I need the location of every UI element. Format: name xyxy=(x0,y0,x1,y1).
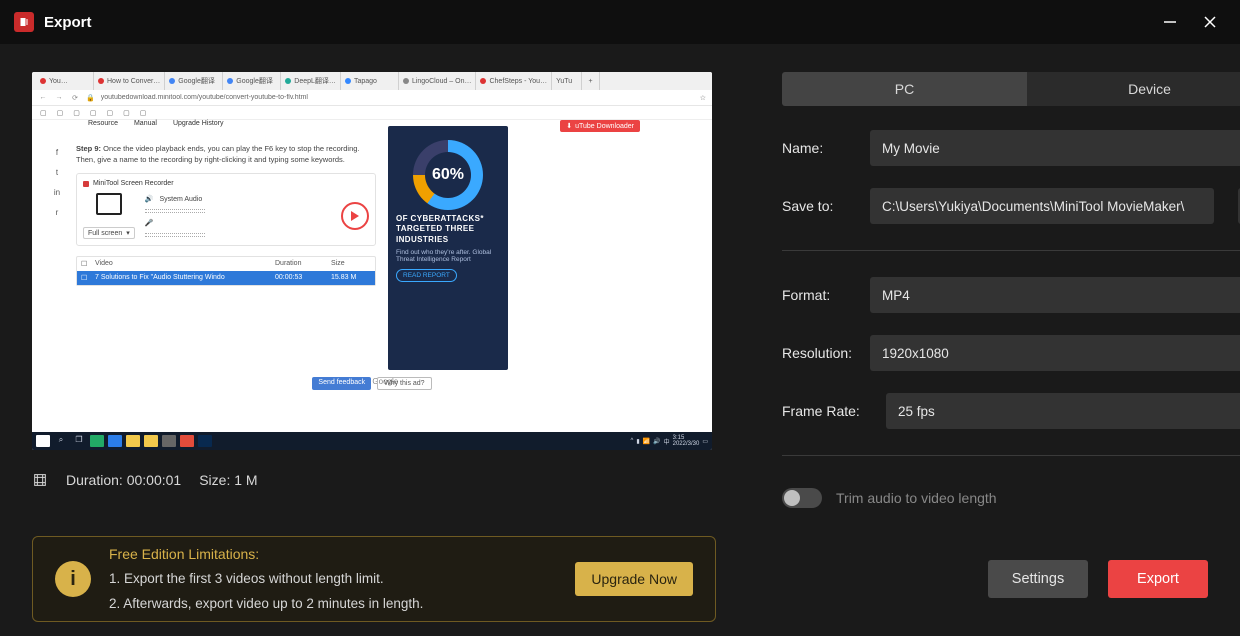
size-value: 1 M xyxy=(234,472,257,488)
browser-tab: ChefSteps - You… xyxy=(476,72,552,90)
framerate-label: Frame Rate: xyxy=(782,403,868,419)
nav-back-icon: ← xyxy=(38,94,48,101)
tray-icon: ^ xyxy=(631,438,634,444)
nav-reload-icon: ⟳ xyxy=(70,94,80,102)
name-label: Name: xyxy=(782,140,852,156)
send-feedback-button: Send feedback xyxy=(312,377,371,390)
browser-tab-strip: You… How to Conver… Google翻译 Google翻译 De… xyxy=(32,72,712,90)
monitor-icon xyxy=(96,193,122,215)
ad-banner: 60% OF CYBERATTACKS* TARGETED THREE INDU… xyxy=(388,126,508,370)
target-tabs: PC Device xyxy=(782,72,1240,106)
upgrade-button[interactable]: Upgrade Now xyxy=(575,562,693,596)
record-button xyxy=(341,202,369,230)
info-icon: i xyxy=(55,561,91,597)
saveto-label: Save to: xyxy=(782,198,852,214)
window-title: Export xyxy=(44,14,92,31)
browser-tab: Google翻译 xyxy=(223,72,281,90)
downloader-button: ⬇ uTube Downloader xyxy=(560,120,640,132)
app-icon xyxy=(14,12,34,32)
wifi-icon: 📶 xyxy=(643,438,650,445)
reddit-icon: r xyxy=(52,208,62,218)
tab-device[interactable]: Device xyxy=(1027,72,1240,106)
limitations-line1: 1. Export the first 3 videos without len… xyxy=(109,569,423,589)
share-column: f t in r xyxy=(52,126,64,412)
tab-pc[interactable]: PC xyxy=(782,72,1027,106)
battery-icon: ▮ xyxy=(636,438,639,445)
limitations-banner: i Free Edition Limitations: 1. Export th… xyxy=(32,536,716,622)
film-icon xyxy=(32,472,48,488)
why-ad-button: Why this ad? xyxy=(377,377,431,390)
fullscreen-select: Full screen▾ xyxy=(83,227,135,239)
edge-icon xyxy=(108,435,122,447)
url-text: youtubedownload.minitool.com/youtube/con… xyxy=(101,94,694,101)
trim-audio-toggle[interactable] xyxy=(782,488,822,508)
name-input[interactable]: My Movie xyxy=(870,130,1240,166)
divider xyxy=(782,250,1240,251)
linkedin-icon: in xyxy=(52,188,62,198)
star-icon: ☆ xyxy=(700,94,706,102)
recorder-card: MiniTool Screen Recorder Full screen▾ 🔊S… xyxy=(76,173,376,246)
minimize-button[interactable] xyxy=(1150,0,1190,44)
bookmarks-bar: ▢▢▢▢▢▢▢ xyxy=(32,106,712,120)
browser-tab: How to Conver… xyxy=(94,72,165,90)
search-icon: ⌕ xyxy=(54,435,68,447)
browser-tab: YuTu xyxy=(552,72,582,90)
export-button[interactable]: Export xyxy=(1108,560,1208,598)
saveto-input[interactable]: C:\Users\Yukiya\Documents\MiniTool Movie… xyxy=(870,188,1214,224)
browser-tab: You… xyxy=(36,72,94,90)
format-select[interactable]: MP4 xyxy=(870,277,1240,313)
resolution-label: Resolution: xyxy=(782,345,852,361)
explorer-icon xyxy=(126,435,140,447)
duration-value: 00:00:01 xyxy=(127,472,182,488)
nav-forward-icon: → xyxy=(54,94,64,101)
article-body: Step 9: Once the video playback ends, yo… xyxy=(76,126,376,412)
download-icon: ⬇ xyxy=(566,122,572,130)
windows-taskbar: ⌕ ❐ ^ ▮ 📶 🔊 中3:152022/3/30 ▭ xyxy=(32,432,712,450)
page-nav: Resource Manual Upgrade History xyxy=(88,120,224,127)
limitations-line2: 2. Afterwards, export video up to 2 minu… xyxy=(109,594,423,614)
trim-audio-label: Trim audio to video length xyxy=(836,490,997,506)
donut-chart: 60% xyxy=(413,140,483,210)
browser-tab: DeepL翻译… xyxy=(281,72,341,90)
settings-button[interactable]: Settings xyxy=(988,560,1088,598)
chrome-icon xyxy=(180,435,194,447)
format-label: Format: xyxy=(782,287,852,303)
preview-meta: Duration: 00:00:01 Size: 1 M xyxy=(32,472,747,488)
size-label: Size: xyxy=(199,472,230,488)
framerate-select[interactable]: 25 fps xyxy=(886,393,1240,429)
twitter-icon: t xyxy=(52,168,62,178)
facebook-icon: f xyxy=(52,148,62,158)
file-row: ☐ 7 Solutions to Fix "Audio Stuttering W… xyxy=(77,271,375,285)
taskview-icon: ❐ xyxy=(72,435,86,447)
resolution-select[interactable]: 1920x1080 xyxy=(870,335,1240,371)
lock-icon: 🔒 xyxy=(86,94,95,102)
titlebar: Export xyxy=(0,0,1240,44)
volume-icon: 🔊 xyxy=(653,438,660,445)
divider xyxy=(782,455,1240,456)
speaker-icon: 🔊 xyxy=(145,195,154,203)
browser-tab: Tapago xyxy=(341,72,399,90)
mic-icon: 🎤 xyxy=(145,219,154,227)
start-icon xyxy=(36,435,50,447)
browser-tab: Google翻译 xyxy=(165,72,223,90)
file-list: ☐ Video Duration Size ☐ 7 Solutions to F… xyxy=(76,256,376,286)
close-button[interactable] xyxy=(1190,0,1230,44)
notifications-icon: ▭ xyxy=(702,438,708,445)
video-preview: You… How to Conver… Google翻译 Google翻译 De… xyxy=(32,72,712,450)
browser-tab: LingoCloud – On… xyxy=(399,72,477,90)
browser-address-bar: ← → ⟳ 🔒 youtubedownload.minitool.com/you… xyxy=(32,90,712,106)
read-report-button: READ REPORT xyxy=(396,269,457,282)
duration-label: Duration: xyxy=(66,472,123,488)
limitations-title: Free Edition Limitations: xyxy=(109,544,423,565)
browser-newtab: + xyxy=(582,72,600,90)
